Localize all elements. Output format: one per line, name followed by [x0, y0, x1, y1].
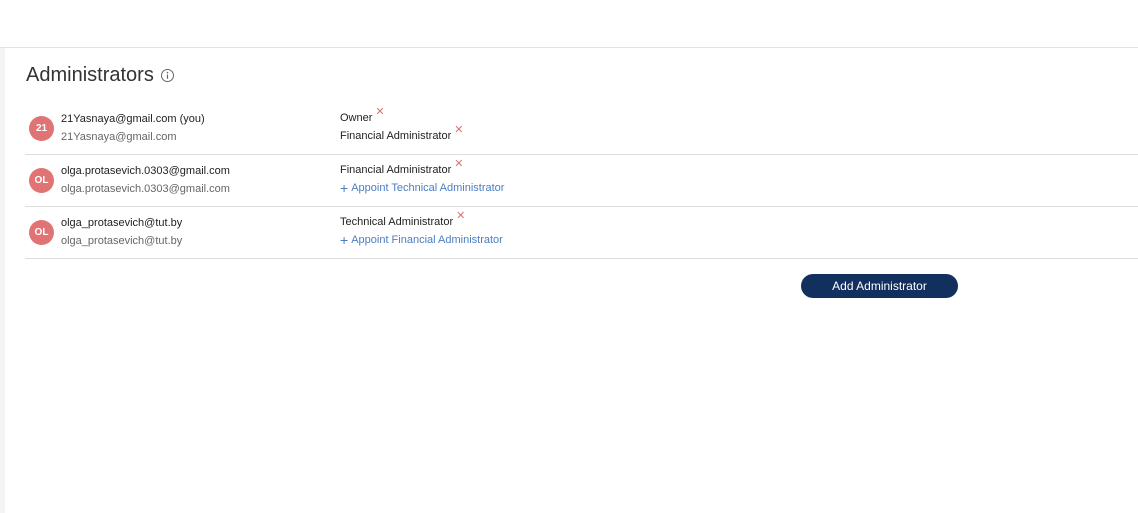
remove-role-icon[interactable]: ✕	[454, 124, 463, 136]
roles: Financial Administrator ✕ + Appoint Tech…	[340, 158, 504, 196]
admin-row: 21 21Yasnaya@gmail.com (you) 21Yasnaya@g…	[25, 103, 1138, 155]
info-circle-icon[interactable]	[160, 68, 175, 83]
top-bar	[0, 0, 1138, 48]
user-login: olga_protasevich@tut.by	[61, 235, 183, 247]
appoint-technical-admin-link[interactable]: + Appoint Technical Administrator	[340, 180, 504, 196]
user-login: olga.protasevich.0303@gmail.com	[61, 183, 230, 195]
plus-icon: +	[340, 232, 349, 248]
role-label: Financial Administrator	[340, 130, 452, 142]
role-item: Owner ✕	[340, 106, 464, 128]
avatar: 21	[29, 116, 54, 141]
role-label: Owner	[340, 112, 373, 124]
user-info: 21Yasnaya@gmail.com (you) 21Yasnaya@gmai…	[61, 111, 205, 145]
user-email: olga.protasevich.0303@gmail.com	[61, 165, 230, 177]
role-item: Financial Administrator ✕	[340, 158, 504, 180]
page-title: Administrators	[26, 64, 154, 86]
appoint-label: Appoint Financial Administrator	[351, 234, 503, 246]
user-email: 21Yasnaya@gmail.com (you)	[61, 113, 205, 125]
role-item: Technical Administrator ✕	[340, 210, 503, 232]
appoint-financial-admin-link[interactable]: + Appoint Financial Administrator	[340, 232, 503, 248]
roles: Owner ✕ Financial Administrator ✕	[340, 106, 464, 146]
user-login: 21Yasnaya@gmail.com	[61, 131, 177, 143]
admin-list: 21 21Yasnaya@gmail.com (you) 21Yasnaya@g…	[25, 103, 1138, 259]
role-label: Technical Administrator	[340, 216, 454, 228]
add-administrator-button[interactable]: Add Administrator	[801, 274, 958, 298]
remove-role-icon[interactable]: ✕	[375, 106, 384, 118]
user-info: olga_protasevich@tut.by olga_protasevich…	[61, 215, 182, 249]
title-row: Administrators	[26, 62, 175, 88]
page: Administrators 21 21Yasnaya@gmail.com (y…	[0, 0, 1138, 513]
admin-row: OL olga_protasevich@tut.by olga_protasev…	[25, 207, 1138, 259]
avatar: OL	[29, 220, 54, 245]
user-email: olga_protasevich@tut.by	[61, 217, 183, 229]
user-info: olga.protasevich.0303@gmail.com olga.pro…	[61, 163, 230, 197]
plus-icon: +	[340, 180, 349, 196]
admin-row: OL olga.protasevich.0303@gmail.com olga.…	[25, 155, 1138, 207]
remove-role-icon[interactable]: ✕	[456, 210, 465, 222]
appoint-label: Appoint Technical Administrator	[351, 182, 505, 194]
avatar: OL	[29, 168, 54, 193]
role-item: Financial Administrator ✕	[340, 124, 464, 146]
remove-role-icon[interactable]: ✕	[454, 158, 463, 170]
left-edge	[0, 0, 5, 513]
roles: Technical Administrator ✕ + Appoint Fina…	[340, 210, 503, 248]
role-label: Financial Administrator	[340, 164, 452, 176]
